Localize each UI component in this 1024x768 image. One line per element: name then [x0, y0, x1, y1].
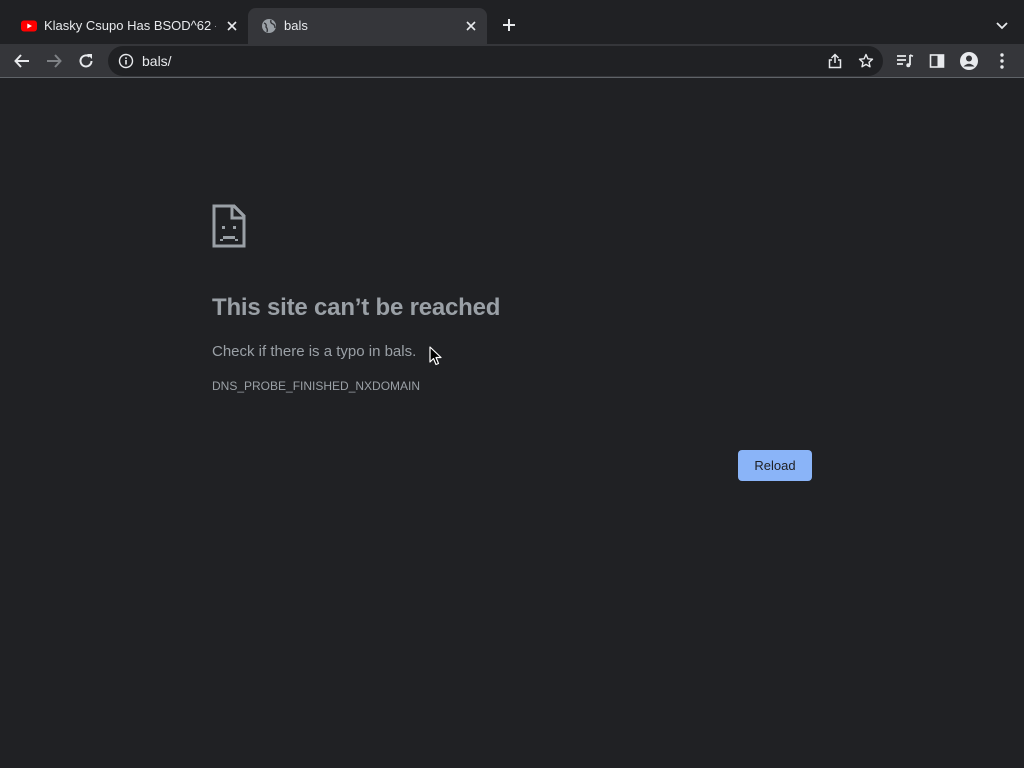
star-icon[interactable]	[855, 50, 877, 72]
tab-strip: Klasky Csupo Has BSOD^62 - bals	[0, 0, 1024, 44]
sad-page-icon	[212, 204, 246, 248]
error-code: DNS_PROBE_FINISHED_NXDOMAIN	[212, 379, 421, 393]
error-heading: This site can’t be reached	[212, 294, 501, 321]
url-text: bals/	[142, 53, 172, 69]
back-arrow-icon[interactable]	[8, 47, 36, 75]
share-icon[interactable]	[824, 50, 846, 72]
tab-youtube[interactable]: Klasky Csupo Has BSOD^62 -	[8, 8, 244, 44]
info-icon[interactable]	[118, 53, 134, 69]
youtube-icon	[20, 17, 38, 35]
mouse-pointer-icon	[429, 346, 443, 366]
globe-icon	[260, 17, 278, 35]
tab-title: bals	[284, 18, 308, 33]
browser-toolbar: bals/	[0, 44, 1024, 78]
side-panel-icon[interactable]	[923, 47, 951, 75]
new-tab-button[interactable]	[497, 13, 521, 37]
tab-search-chevron-icon[interactable]	[990, 13, 1014, 37]
address-bar[interactable]: bals/	[108, 46, 883, 76]
page-content: This site can’t be reached Check if ther…	[0, 79, 1024, 768]
profile-icon[interactable]	[955, 47, 983, 75]
reload-button[interactable]: Reload	[738, 450, 812, 481]
tab-title: Klasky Csupo Has BSOD^62 -	[44, 18, 216, 33]
forward-arrow-icon[interactable]	[40, 47, 68, 75]
close-icon[interactable]	[462, 17, 480, 35]
close-icon[interactable]	[223, 17, 241, 35]
reload-icon[interactable]	[72, 47, 100, 75]
error-message: Check if there is a typo in bals.	[212, 343, 417, 360]
media-queue-icon[interactable]	[891, 47, 919, 75]
tab-bals[interactable]: bals	[248, 8, 487, 44]
menu-dots-icon[interactable]	[988, 47, 1016, 75]
